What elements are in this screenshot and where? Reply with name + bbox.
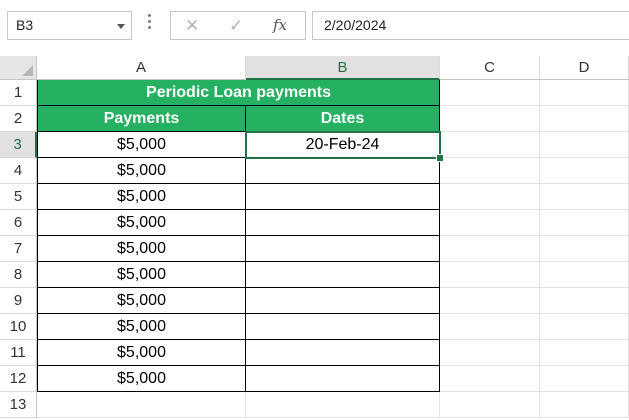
payment-cell[interactable]: $5,000 — [37, 184, 246, 210]
row-header-8[interactable]: 8 — [0, 262, 37, 288]
header-cell-payments[interactable]: Payments — [37, 106, 246, 132]
formula-input[interactable]: 2/20/2024 — [312, 11, 629, 40]
empty-cell[interactable] — [540, 184, 629, 210]
empty-cell[interactable] — [440, 210, 540, 236]
row-header-2[interactable]: 2 — [0, 106, 37, 132]
empty-cell[interactable] — [440, 392, 540, 418]
column-header-c[interactable]: C — [440, 56, 540, 80]
date-cell[interactable] — [246, 236, 440, 262]
empty-cell[interactable] — [440, 288, 540, 314]
date-cell[interactable] — [246, 340, 440, 366]
payment-cell[interactable]: $5,000 — [37, 262, 246, 288]
empty-cell[interactable] — [540, 106, 629, 132]
date-cell[interactable] — [246, 366, 440, 392]
chevron-down-icon[interactable] — [117, 24, 125, 29]
empty-cell[interactable] — [540, 392, 629, 418]
empty-cell[interactable] — [540, 158, 629, 184]
payment-cell[interactable]: $5,000 — [37, 314, 246, 340]
empty-cell[interactable] — [540, 366, 629, 392]
payment-cell[interactable]: $5,000 — [37, 288, 246, 314]
date-cell[interactable] — [246, 262, 440, 288]
payment-cell[interactable]: $5,000 — [37, 366, 246, 392]
date-cell[interactable] — [246, 314, 440, 340]
row-header-9[interactable]: 9 — [0, 288, 37, 314]
date-cell[interactable] — [246, 288, 440, 314]
empty-cell[interactable] — [37, 392, 246, 418]
empty-cell[interactable] — [540, 340, 629, 366]
date-cell[interactable] — [246, 210, 440, 236]
empty-cell[interactable] — [540, 288, 629, 314]
empty-cell[interactable] — [440, 366, 540, 392]
empty-cell[interactable] — [540, 132, 629, 158]
row-header-3[interactable]: 3 — [0, 132, 37, 158]
date-cell[interactable] — [246, 184, 440, 210]
empty-cell[interactable] — [440, 80, 540, 106]
empty-cell[interactable] — [540, 80, 629, 106]
payment-cell[interactable]: $5,000 — [37, 210, 246, 236]
empty-cell[interactable] — [440, 106, 540, 132]
row-header-13[interactable]: 13 — [0, 392, 37, 418]
empty-cell[interactable] — [440, 340, 540, 366]
row-header-4[interactable]: 4 — [0, 158, 37, 184]
empty-cell[interactable] — [246, 392, 440, 418]
payment-cell[interactable]: $5,000 — [37, 132, 246, 158]
empty-cell[interactable] — [440, 184, 540, 210]
column-header-b[interactable]: B — [246, 56, 440, 80]
empty-cell[interactable] — [440, 262, 540, 288]
empty-cell[interactable] — [540, 236, 629, 262]
date-cell[interactable] — [246, 158, 440, 184]
row-header-5[interactable]: 5 — [0, 184, 37, 210]
empty-cell[interactable] — [540, 314, 629, 340]
row-header-7[interactable]: 7 — [0, 236, 37, 262]
empty-cell[interactable] — [440, 158, 540, 184]
row-header-1[interactable]: 1 — [0, 80, 37, 106]
column-header-d[interactable]: D — [540, 56, 629, 80]
formula-bar: B3 ✕ ✓ fx 2/20/2024 — [0, 0, 629, 56]
table-title-cell[interactable]: Periodic Loan payments — [37, 80, 440, 106]
row-header-10[interactable]: 10 — [0, 314, 37, 340]
payment-cell[interactable]: $5,000 — [37, 158, 246, 184]
cancel-x-icon[interactable]: ✕ — [185, 12, 199, 39]
empty-cell[interactable] — [540, 210, 629, 236]
enter-check-icon[interactable]: ✓ — [229, 12, 243, 39]
insert-function-button[interactable]: fx — [273, 12, 287, 39]
empty-cell[interactable] — [440, 314, 540, 340]
row-header-12[interactable]: 12 — [0, 366, 37, 392]
name-box[interactable]: B3 — [7, 11, 132, 40]
spreadsheet-grid: A B C D 1 2 3 4 5 6 7 8 9 10 11 12 13 Periodic Loan payme… — [0, 56, 629, 420]
name-box-value: B3 — [16, 17, 34, 33]
formula-buttons: ✕ ✓ fx — [170, 11, 306, 40]
empty-cell[interactable] — [440, 132, 540, 158]
column-header-a[interactable]: A — [37, 56, 246, 80]
date-cell[interactable]: 20-Feb-24 — [246, 132, 440, 158]
row-header-11[interactable]: 11 — [0, 340, 37, 366]
select-all-button[interactable] — [0, 56, 37, 80]
header-cell-dates[interactable]: Dates — [246, 106, 440, 132]
more-options-icon — [148, 14, 152, 34]
row-header-6[interactable]: 6 — [0, 210, 37, 236]
payment-cell[interactable]: $5,000 — [37, 340, 246, 366]
payment-cell[interactable]: $5,000 — [37, 236, 246, 262]
empty-cell[interactable] — [540, 262, 629, 288]
empty-cell[interactable] — [440, 236, 540, 262]
